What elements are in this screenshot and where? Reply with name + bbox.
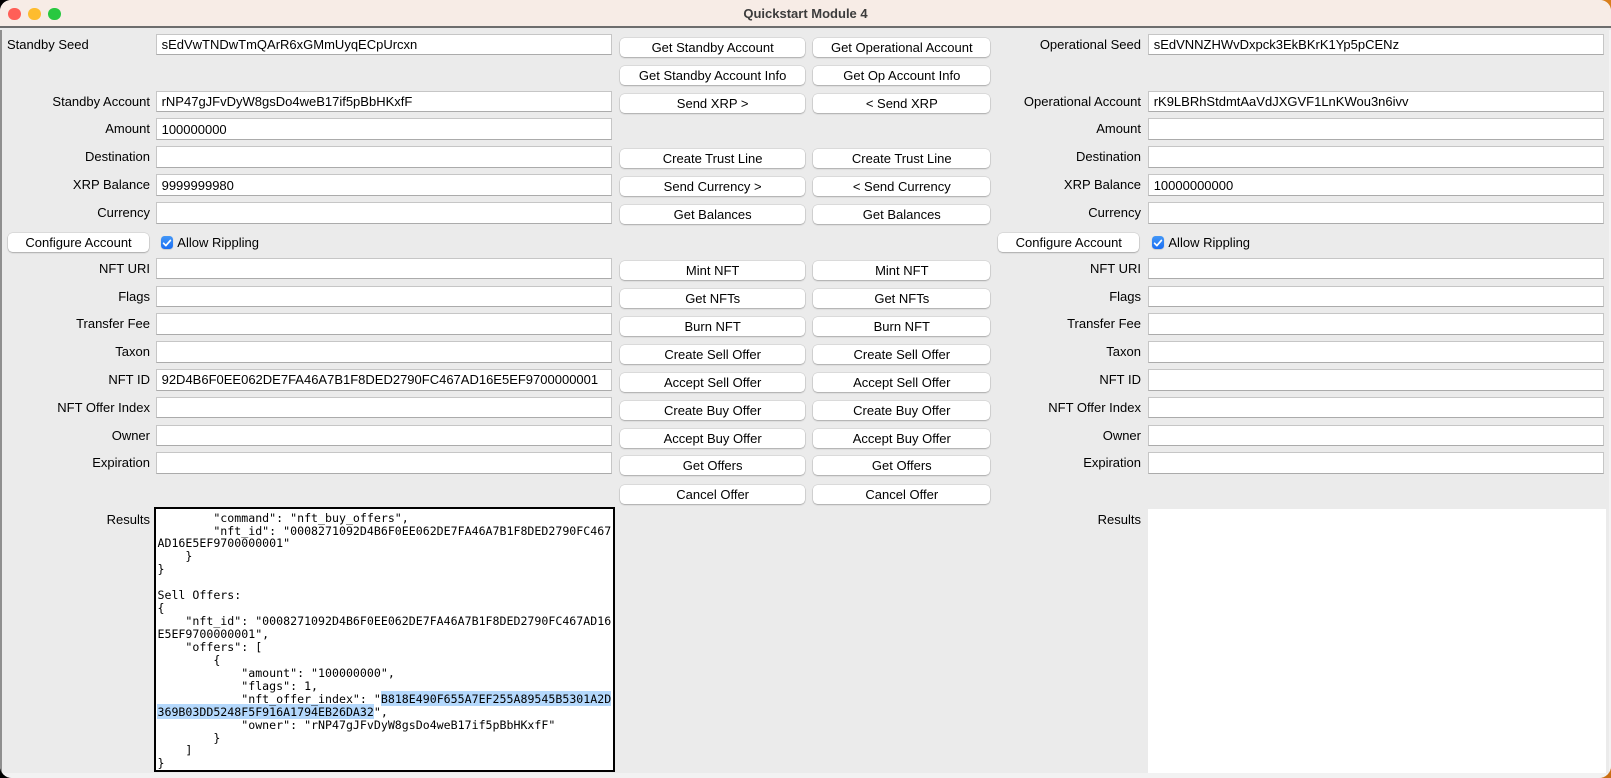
- standby-burn-nft-button[interactable]: Burn NFT: [620, 317, 806, 336]
- standby-owner-label: Owner: [0, 425, 150, 447]
- standby-allow-rippling-label[interactable]: Allow Rippling: [177, 233, 259, 252]
- standby-mint-nft-button[interactable]: Mint NFT: [620, 261, 806, 280]
- minimize-button[interactable]: [28, 8, 41, 21]
- standby-seed-input[interactable]: [156, 34, 613, 56]
- operational-expiration-input[interactable]: [1148, 452, 1605, 474]
- standby-allow-rippling-checkbox[interactable]: [161, 236, 174, 249]
- operational-create-trust-line-button[interactable]: Create Trust Line: [813, 149, 990, 168]
- standby-nft-id-label: NFT ID: [0, 369, 150, 391]
- operational-seed-input[interactable]: [1148, 34, 1605, 56]
- standby-expiration-label: Expiration: [0, 452, 150, 474]
- standby-create-sell-offer-button[interactable]: Create Sell Offer: [620, 345, 806, 364]
- standby-flags-input[interactable]: [156, 286, 613, 308]
- standby-create-buy-offer-button[interactable]: Create Buy Offer: [620, 401, 806, 420]
- standby-currency-label: Currency: [0, 202, 150, 224]
- operational-nft-uri-input[interactable]: [1148, 258, 1605, 280]
- operational-cancel-offer-button[interactable]: Cancel Offer: [813, 485, 990, 504]
- standby-destination-input[interactable]: [156, 146, 613, 168]
- standby-get-offers-button[interactable]: Get Offers: [620, 456, 806, 475]
- standby-transfer-fee-label: Transfer Fee: [0, 313, 150, 335]
- operational-get-operational-account-button[interactable]: Get Operational Account: [813, 38, 990, 57]
- standby-results-label: Results: [0, 510, 150, 530]
- operational-configure-account-button[interactable]: Configure Account: [998, 233, 1139, 252]
- standby-xrp-balance-label: XRP Balance: [0, 174, 150, 196]
- operational-mint-nft-button[interactable]: Mint NFT: [813, 261, 990, 280]
- close-button[interactable]: [8, 8, 21, 21]
- operational-allow-rippling-label[interactable]: Allow Rippling: [1168, 233, 1250, 252]
- standby-get-standby-account-info-button[interactable]: Get Standby Account Info: [620, 66, 806, 85]
- zoom-button[interactable]: [48, 8, 61, 21]
- operational-burn-nft-button[interactable]: Burn NFT: [813, 317, 990, 336]
- window-content: Standby Seed Standby Account Amount Dest…: [0, 30, 1611, 778]
- app-window: Quickstart Module 4 Standby Seed Standby…: [0, 0, 1611, 778]
- operational-get-offers-button[interactable]: Get Offers: [813, 456, 990, 475]
- operational-accept-buy-offer-button[interactable]: Accept Buy Offer: [813, 429, 990, 448]
- operational-create-buy-offer-button[interactable]: Create Buy Offer: [813, 401, 990, 420]
- standby-currency-input[interactable]: [156, 202, 613, 224]
- operational-xrp-balance-input[interactable]: [1148, 174, 1605, 196]
- operational-amount-input[interactable]: [1148, 118, 1605, 140]
- standby-taxon-input[interactable]: [156, 341, 613, 363]
- operational-nft-id-input[interactable]: [1148, 369, 1605, 391]
- standby-send-xrp-fwd-button[interactable]: Send XRP >: [620, 94, 806, 113]
- standby-amount-input[interactable]: [156, 118, 613, 140]
- operational-create-sell-offer-button[interactable]: Create Sell Offer: [813, 345, 990, 364]
- standby-expiration-input[interactable]: [156, 452, 613, 474]
- operational-flags-input[interactable]: [1148, 286, 1605, 308]
- standby-get-standby-account-button[interactable]: Get Standby Account: [620, 38, 806, 57]
- operational-get-op-account-info-button[interactable]: Get Op Account Info: [813, 66, 990, 85]
- operational-results-label: Results: [891, 510, 1141, 530]
- standby-amount-label: Amount: [0, 118, 150, 140]
- window-title: Quickstart Module 4: [0, 0, 1611, 28]
- standby-get-balances-button[interactable]: Get Balances: [620, 205, 806, 224]
- standby-taxon-label: Taxon: [0, 341, 150, 363]
- operational-amount-label: Amount: [891, 118, 1141, 140]
- standby-nft-uri-label: NFT URI: [0, 258, 150, 280]
- standby-seed-label: Standby Seed: [7, 34, 157, 56]
- standby-owner-input[interactable]: [156, 425, 613, 447]
- operational-taxon-input[interactable]: [1148, 341, 1605, 363]
- standby-nft-id-input[interactable]: [156, 369, 613, 391]
- standby-results-text[interactable]: "command": "nft_buy_offers", "nft_id": "…: [154, 507, 615, 771]
- operational-owner-input[interactable]: [1148, 425, 1605, 447]
- titlebar[interactable]: Quickstart Module 4: [0, 0, 1611, 28]
- standby-accept-sell-offer-button[interactable]: Accept Sell Offer: [620, 373, 806, 392]
- operational-back-send-currency-button[interactable]: < Send Currency: [813, 177, 990, 196]
- standby-configure-account-button[interactable]: Configure Account: [8, 233, 150, 252]
- standby-account-label: Standby Account: [0, 91, 150, 113]
- window-edge-bottom: [0, 773, 1611, 778]
- checkmark-icon: [161, 237, 173, 249]
- standby-account-input[interactable]: [156, 91, 613, 113]
- operational-transfer-fee-input[interactable]: [1148, 313, 1605, 335]
- standby-transfer-fee-input[interactable]: [156, 313, 613, 335]
- window-edge-left: [0, 30, 2, 778]
- standby-cancel-offer-button[interactable]: Cancel Offer: [620, 485, 806, 504]
- operational-back-send-xrp-button[interactable]: < Send XRP: [813, 94, 990, 113]
- standby-flags-label: Flags: [0, 286, 150, 308]
- operational-currency-input[interactable]: [1148, 202, 1605, 224]
- operational-accept-sell-offer-button[interactable]: Accept Sell Offer: [813, 373, 990, 392]
- standby-create-trust-line-button[interactable]: Create Trust Line: [620, 149, 806, 168]
- standby-get-nfts-button[interactable]: Get NFTs: [620, 289, 806, 308]
- standby-send-currency-fwd-button[interactable]: Send Currency >: [620, 177, 806, 196]
- operational-get-nfts-button[interactable]: Get NFTs: [813, 289, 990, 308]
- standby-destination-label: Destination: [0, 146, 150, 168]
- checkmark-icon: [1152, 237, 1164, 249]
- standby-xrp-balance-input[interactable]: [156, 174, 613, 196]
- operational-nft-offer-index-input[interactable]: [1148, 397, 1605, 419]
- operational-results-text[interactable]: [1148, 509, 1606, 772]
- standby-nft-offer-index-label: NFT Offer Index: [0, 397, 150, 419]
- operational-account-input[interactable]: [1148, 91, 1605, 113]
- operational-destination-input[interactable]: [1148, 146, 1605, 168]
- standby-nft-uri-input[interactable]: [156, 258, 613, 280]
- standby-accept-buy-offer-button[interactable]: Accept Buy Offer: [620, 429, 806, 448]
- standby-nft-offer-index-input[interactable]: [156, 397, 613, 419]
- operational-allow-rippling-checkbox[interactable]: [1152, 236, 1165, 249]
- operational-get-balances-button[interactable]: Get Balances: [813, 205, 990, 224]
